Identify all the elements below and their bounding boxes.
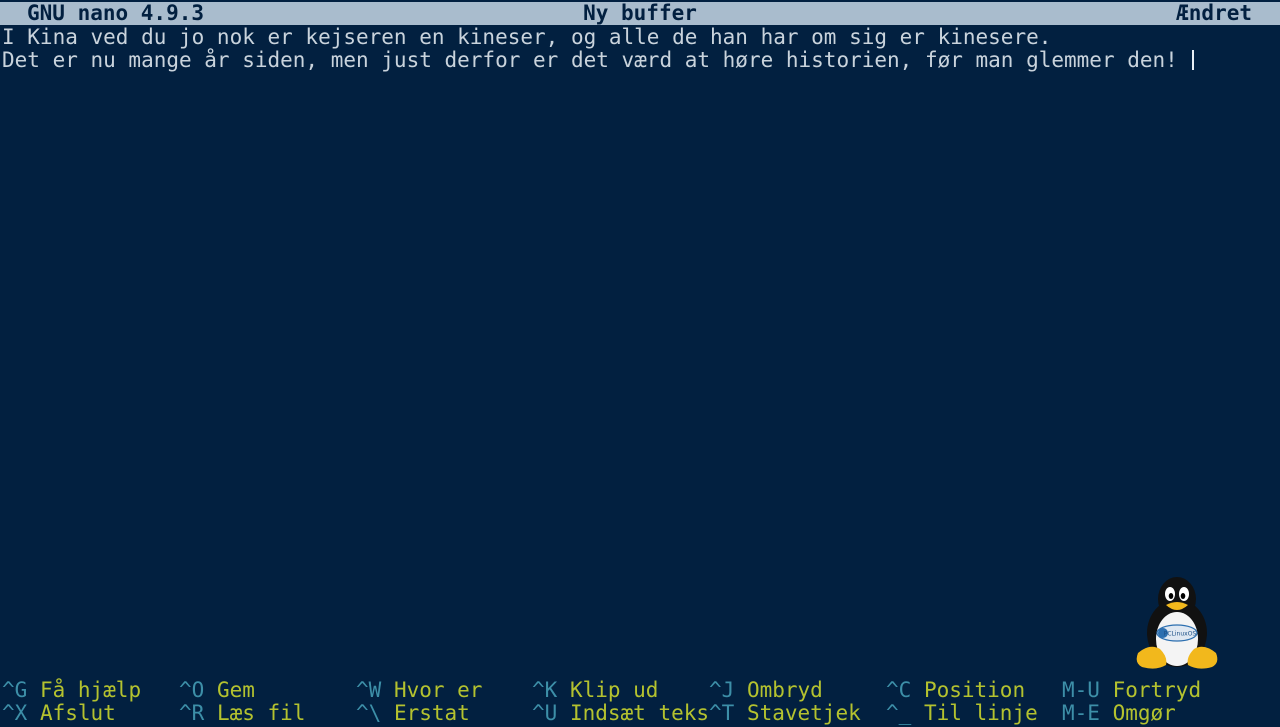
- shortcut-key: ^R: [179, 701, 205, 725]
- shortcut-key: ^G: [2, 678, 28, 702]
- shortcut-read-file[interactable]: ^R Læs fil: [179, 702, 305, 725]
- buffer-line-1[interactable]: I Kina ved du jo nok er kejseren en kine…: [2, 26, 1272, 49]
- modified-status: Ændret: [1176, 1, 1252, 25]
- shortcut-label: Klip ud: [569, 678, 659, 702]
- badge-text: PCLinuxOS: [1164, 631, 1197, 638]
- shortcut-key: ^K: [532, 678, 558, 702]
- shortcut-label: Omgør: [1112, 701, 1176, 725]
- title-bar: Ny buffer GNU nano 4.9.3 Ændret: [0, 2, 1280, 25]
- shortcut-justify[interactable]: ^J Ombryd: [709, 679, 823, 702]
- app-version: GNU nano 4.9.3: [27, 1, 205, 25]
- shortcut-position[interactable]: ^C Position: [886, 679, 1025, 702]
- shortcut-replace[interactable]: ^\ Erstat: [356, 702, 470, 725]
- shortcut-label: Få hjælp: [39, 678, 142, 702]
- shortcut-save[interactable]: ^O Gem: [179, 679, 255, 702]
- shortcut-label: Hvor er: [393, 678, 483, 702]
- shortcut-key: ^_: [886, 701, 912, 725]
- shortcut-label: Læs fil: [216, 701, 306, 725]
- shortcut-key: ^\: [356, 701, 382, 725]
- text-editor-area[interactable]: I Kina ved du jo nok er kejseren en kine…: [2, 26, 1272, 72]
- shortcut-where-is[interactable]: ^W Hvor er: [356, 679, 482, 702]
- shortcut-key: ^O: [179, 678, 205, 702]
- shortcut-label: Til linje: [923, 701, 1038, 725]
- shortcut-key: ^W: [356, 678, 382, 702]
- shortcut-key: ^T: [709, 701, 735, 725]
- shortcut-key: M-U: [1062, 678, 1100, 702]
- shortcut-key: ^U: [532, 701, 558, 725]
- shortcut-undo[interactable]: M-U Fortryd: [1062, 679, 1201, 702]
- tux-penguin-icon: PCLinuxOS: [1132, 575, 1222, 673]
- shortcut-help[interactable]: ^G Få hjælp: [2, 679, 141, 702]
- shortcut-key: ^C: [886, 678, 912, 702]
- shortcut-key: ^X: [2, 701, 28, 725]
- shortcut-label: Gem: [216, 678, 255, 702]
- shortcut-key: ^J: [709, 678, 735, 702]
- shortcut-label: Erstat: [393, 701, 470, 725]
- shortcut-exit[interactable]: ^X Afslut: [2, 702, 116, 725]
- shortcut-label: Position: [923, 678, 1026, 702]
- shortcut-bar: ^G Få hjælp ^O Gem ^W Hvor er ^K Klip ud…: [0, 679, 1280, 725]
- shortcut-label: Fortryd: [1112, 678, 1202, 702]
- text-cursor: [1192, 50, 1195, 70]
- shortcut-key: M-E: [1062, 701, 1100, 725]
- shortcut-label: Ombryd: [746, 678, 823, 702]
- shortcut-cut[interactable]: ^K Klip ud: [532, 679, 658, 702]
- shortcut-redo[interactable]: M-E Omgør: [1062, 702, 1176, 725]
- shortcut-paste[interactable]: ^U Indsæt teks: [532, 702, 709, 725]
- shortcut-label: Stavetjek: [746, 701, 861, 725]
- shortcut-go-to-line[interactable]: ^_ Til linje: [886, 702, 1038, 725]
- buffer-line-2-text[interactable]: Det er nu mange år siden, men just derfo…: [2, 48, 1190, 72]
- shortcut-spell-check[interactable]: ^T Stavetjek: [709, 702, 861, 725]
- buffer-line-2[interactable]: Det er nu mange år siden, men just derfo…: [2, 49, 1272, 72]
- shortcut-label: Indsæt teks: [569, 701, 710, 725]
- shortcut-label: Afslut: [39, 701, 116, 725]
